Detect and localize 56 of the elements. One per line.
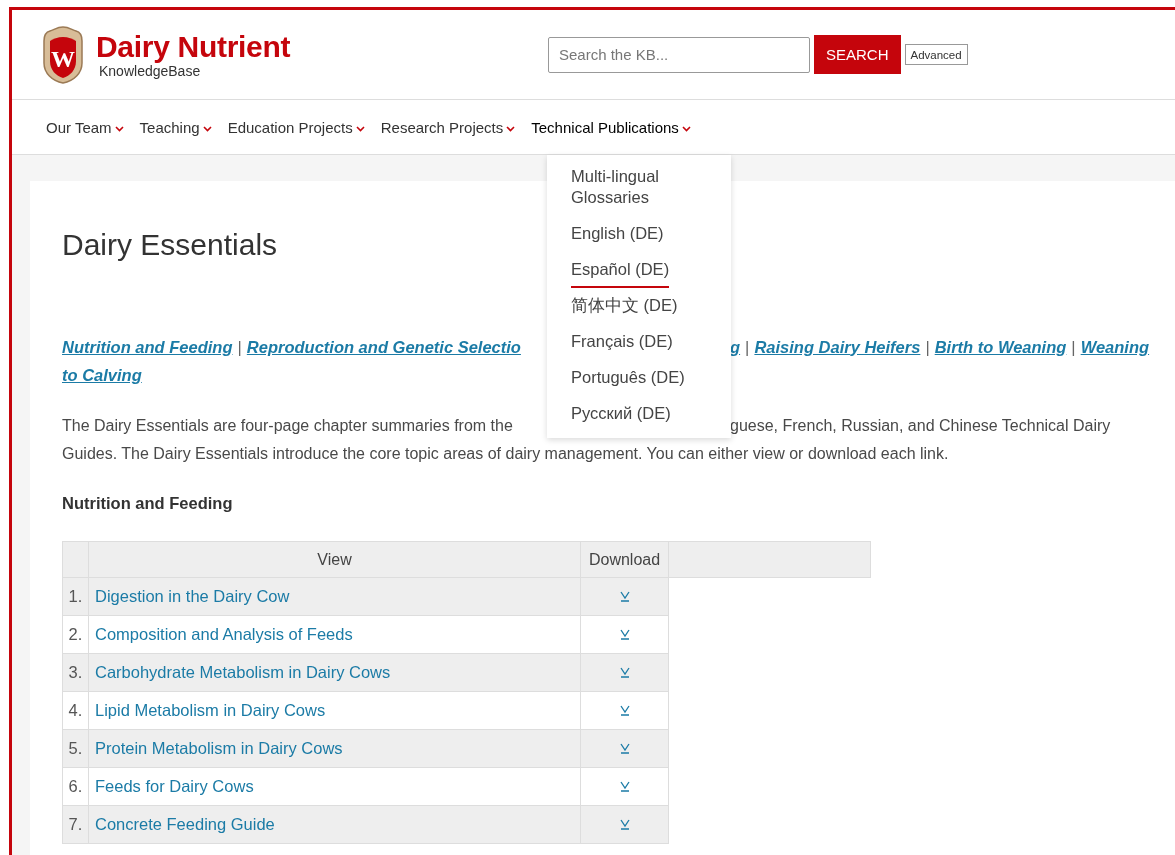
topic-link[interactable]: to Calving	[62, 365, 142, 385]
nav-menu-item[interactable]: Technical Publications	[531, 118, 691, 136]
advanced-button[interactable]: Advanced	[904, 44, 968, 65]
download-icon[interactable]	[619, 591, 630, 602]
nav-menu-item[interactable]: Teaching	[139, 118, 212, 136]
intro-text: The Dairy Essentials are four-page chapter summaries from the	[62, 416, 514, 436]
publication-link[interactable]: Feeds for Dairy Cows	[95, 777, 254, 796]
dropdown-item[interactable]: Español (DE)	[571, 252, 670, 288]
publication-link[interactable]: Concrete Feeding Guide	[95, 815, 275, 834]
search-button[interactable]: SEARCH	[814, 35, 901, 74]
publication-link[interactable]: Composition and Analysis of Feeds	[95, 625, 353, 644]
column-header: View	[88, 541, 581, 578]
topic-link[interactable]: Nutrition and Feeding	[62, 337, 233, 357]
dropdown-item[interactable]: Русский (DE)	[571, 396, 671, 432]
topic-link[interactable]: Birth to Weaning	[934, 337, 1067, 357]
column-header: Download	[580, 541, 669, 578]
topic-link[interactable]: g	[730, 337, 741, 357]
topic-link[interactable]: Raising Dairy Heifers	[754, 337, 921, 357]
dropdown-item[interactable]: Multi-lingual Glossaries	[571, 159, 731, 216]
link-separator: |	[745, 337, 750, 357]
site-title: Dairy Nutrient	[96, 30, 291, 63]
publication-link[interactable]: Digestion in the Dairy Cow	[95, 587, 290, 606]
download-icon[interactable]	[619, 743, 630, 754]
section-heading: Nutrition and Feeding	[62, 494, 234, 513]
row-number: 7.	[62, 805, 89, 844]
site-subtitle: KnowledgeBase	[99, 62, 202, 79]
publication-link[interactable]: Carbohydrate Metabolism in Dairy Cows	[95, 663, 391, 682]
link-separator: |	[925, 337, 930, 357]
download-icon[interactable]	[619, 819, 630, 830]
publication-link[interactable]: Protein Metabolism in Dairy Cows	[95, 739, 343, 758]
dropdown-item[interactable]: 简体中文 (DE)	[571, 288, 678, 324]
dropdown-item[interactable]: Français (DE)	[571, 324, 673, 360]
topic-link[interactable]: Weaning	[1080, 337, 1150, 357]
nav-menu-item[interactable]: Research Projects	[380, 118, 516, 136]
link-separator: |	[237, 337, 242, 357]
chevron-down-icon	[355, 126, 365, 132]
intro-text: guese, French, Russian, and Chinese Technical Dairy	[730, 416, 1111, 436]
nav-menu-item[interactable]: Education Projects	[227, 118, 365, 136]
chevron-down-icon	[681, 126, 691, 132]
topic-link[interactable]: Reproduction and Genetic Selectio	[246, 337, 521, 357]
dropdown-item[interactable]: Português (DE)	[571, 360, 685, 396]
download-icon[interactable]	[619, 667, 630, 678]
chevron-down-icon	[202, 126, 212, 132]
intro-text: Guides. The Dairy Essentials introduce the core topic areas of dairy management. You can either view or download each link.	[62, 444, 950, 464]
publication-link[interactable]: Lipid Metabolism in Dairy Cows	[95, 701, 326, 720]
search-field[interactable]: Search the KB...	[548, 36, 810, 73]
chevron-down-icon	[506, 126, 516, 132]
crest-logo: W	[42, 24, 84, 85]
nav-menu-item[interactable]: Our Team	[46, 118, 124, 136]
page-title: Dairy Essentials	[62, 227, 278, 263]
download-icon[interactable]	[619, 781, 630, 792]
chevron-down-icon	[114, 126, 124, 132]
download-icon[interactable]	[619, 705, 630, 716]
download-icon[interactable]	[619, 629, 630, 640]
link-separator: |	[1071, 337, 1076, 357]
dropdown-item[interactable]: English (DE)	[571, 216, 664, 252]
